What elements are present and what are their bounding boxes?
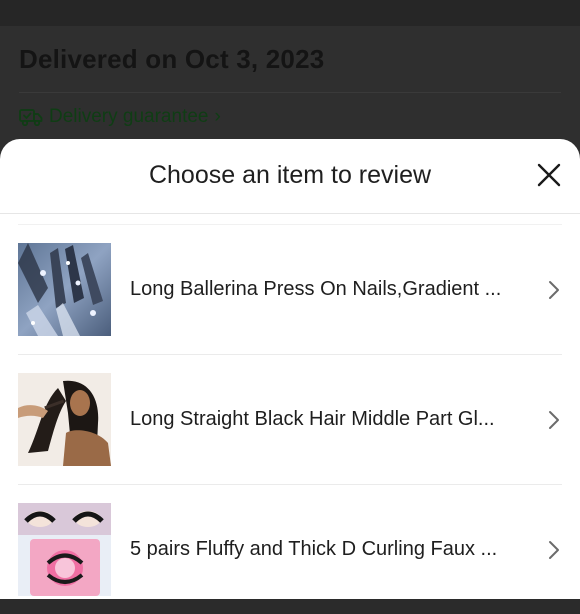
- list-item-eyelashes[interactable]: 5 pairs Fluffy and Thick D Curling Faux …: [18, 484, 562, 614]
- background-order-page: Delivered on Oct 3, 2023 Delivery guaran…: [0, 0, 580, 160]
- list-item-wig[interactable]: Long Straight Black Hair Middle Part Gl.…: [18, 354, 562, 484]
- wig-product-image: [18, 373, 111, 466]
- delivery-guarantee-label: Delivery guarantee: [49, 106, 209, 127]
- nails-product-image: [18, 243, 111, 336]
- item-title: 5 pairs Fluffy and Thick D Curling Faux …: [130, 538, 498, 560]
- review-item-sheet: Choose an item to review Long Ballerina …: [0, 139, 580, 599]
- delivery-guarantee-link[interactable]: Delivery guarantee ›: [19, 106, 221, 128]
- list-item-nails[interactable]: Long Ballerina Press On Nails,Gradient .…: [18, 224, 562, 354]
- close-button[interactable]: [536, 162, 562, 188]
- item-list: Long Ballerina Press On Nails,Gradient .…: [0, 214, 580, 614]
- sheet-title: Choose an item to review: [148, 161, 432, 189]
- background-top-strip: [0, 0, 580, 26]
- background-divider: [19, 92, 561, 93]
- sheet-header: Choose an item to review: [0, 139, 580, 213]
- chevron-right-icon: [548, 540, 560, 560]
- chevron-right-icon: [548, 410, 560, 430]
- eyelashes-product-image: [18, 503, 111, 596]
- close-icon: [536, 162, 562, 188]
- item-title: Long Ballerina Press On Nails,Gradient .…: [130, 278, 502, 300]
- truck-check-icon: [19, 107, 43, 127]
- chevron-right-icon: [548, 280, 560, 300]
- delivered-date-title: Delivered on Oct 3, 2023: [19, 44, 325, 74]
- item-title: Long Straight Black Hair Middle Part Gl.…: [130, 408, 495, 430]
- guarantee-chevron-icon: ›: [214, 106, 221, 127]
